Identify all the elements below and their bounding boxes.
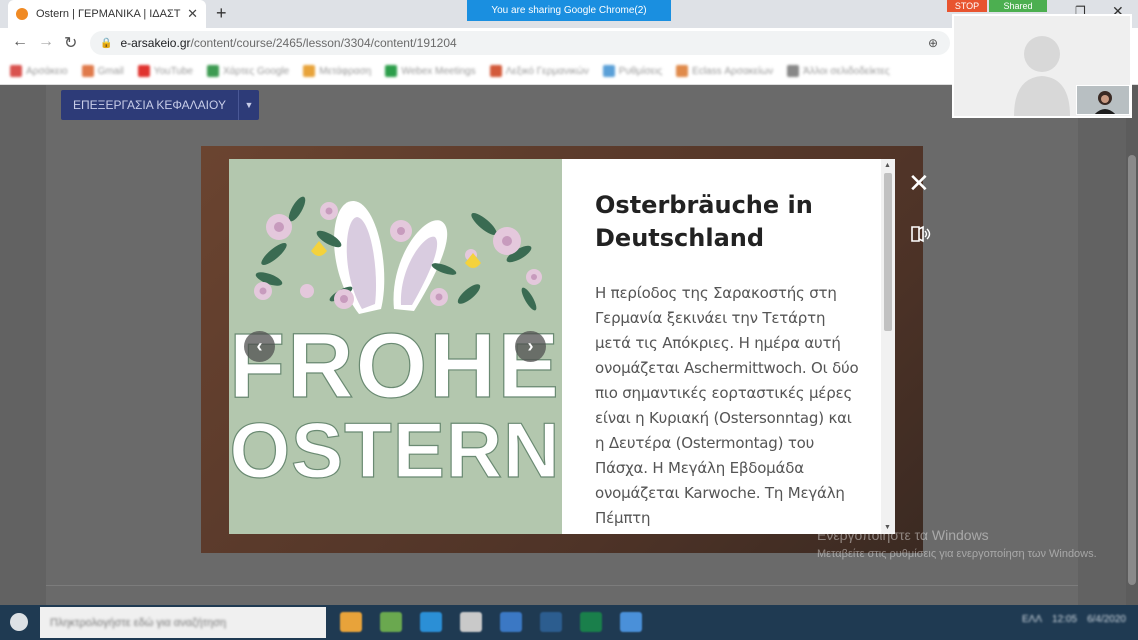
reload-icon[interactable]: ↻ <box>64 33 77 53</box>
tray-date[interactable]: 6/4/2020 <box>1087 614 1126 625</box>
frohe-ostern-artwork: FROHE OSTERN <box>229 196 561 495</box>
file-explorer-icon[interactable] <box>340 612 362 632</box>
screen-share-banner: You are sharing Google Chrome(2) <box>467 0 671 21</box>
edge-icon[interactable] <box>420 612 442 632</box>
bookmark-label: YouTube <box>153 65 193 77</box>
browser-tab[interactable]: Ostern | ΓΕΡΜΑΝΙΚΑ | ΙΔΑΣΤ2 | Τ ✕ <box>8 0 206 28</box>
tray-time[interactable]: 12:05 <box>1052 614 1077 625</box>
bookmark-favicon-icon <box>81 65 94 77</box>
bookmark-favicon-icon <box>137 65 150 77</box>
lightbox-title: Osterbräuche in Deutschland <box>595 191 813 252</box>
webcam-preview[interactable] <box>952 14 1132 118</box>
bookmark-item[interactable]: Ρυθμίσεις <box>602 65 663 77</box>
bookmark-favicon-icon <box>489 65 502 77</box>
taskbar-search-input[interactable]: Πληκτρολογήστε εδώ για αναζήτηση <box>40 607 326 638</box>
previous-slide-button[interactable]: ‹ <box>244 331 275 362</box>
page-scrollbar[interactable] <box>1126 85 1138 605</box>
forward-arrow-icon[interactable]: → <box>38 33 54 51</box>
bookmark-label: Eclass Αρσακείων <box>692 65 774 77</box>
tab-close-icon[interactable]: ✕ <box>187 6 198 22</box>
taskbar-apps <box>340 612 642 632</box>
bookmark-favicon-icon <box>385 65 398 77</box>
watermark-subtitle: Μεταβείτε στις ρυθμίσεις για ενεργοποίησ… <box>817 548 1097 560</box>
webex-icon[interactable] <box>620 612 642 632</box>
lock-icon: 🔒 <box>100 37 113 49</box>
bookmark-label: Ρυθμίσεις <box>618 65 663 77</box>
new-tab-button[interactable]: + <box>216 3 227 24</box>
bookmark-label: Λεξικό Γερμανικών <box>505 65 589 77</box>
chrome-icon[interactable] <box>380 612 402 632</box>
bookmark-item[interactable]: Λεξικό Γερμανικών <box>489 65 589 77</box>
chevron-down-icon[interactable]: ▼ <box>237 90 259 120</box>
bookmark-item[interactable]: YouTube <box>137 65 193 77</box>
lightbox-close-icon[interactable]: ✕ <box>908 170 930 196</box>
taskbar-search-placeholder: Πληκτρολογήστε εδώ για αναζήτηση <box>50 616 227 629</box>
excel-icon[interactable] <box>580 612 602 632</box>
stop-sharing-button[interactable]: STOP <box>947 0 987 12</box>
image-text-frohe: FROHE <box>229 315 561 417</box>
system-tray: ΕΛΛ 12:05 6/4/2020 <box>1022 614 1126 625</box>
zoom-icon[interactable]: ⊕ <box>928 36 938 50</box>
bookmark-label: Gmail <box>97 65 124 77</box>
bookmark-item[interactable]: Μετάφραση <box>303 65 371 77</box>
shared-status-button[interactable]: Shared <box>989 0 1047 12</box>
url-host: e-arsakeio.gr <box>120 36 191 50</box>
back-arrow-icon[interactable]: ← <box>12 33 28 51</box>
bookmark-item[interactable]: Άλλοι σελιδοδείκτες <box>787 65 890 77</box>
windows-activation-watermark: Ενεργοποίηστε τα Windows Μεταβείτε στις … <box>817 527 1107 562</box>
lightbox-scrollbar[interactable]: ▲ ▼ <box>881 159 895 534</box>
self-view-thumbnail <box>1076 85 1130 115</box>
mail-icon[interactable] <box>500 612 522 632</box>
watermark-title: Ενεργοποίηστε τα Windows <box>817 527 989 543</box>
easter-illustration: FROHE OSTERN ‹ › <box>229 159 562 534</box>
tab-title: Ostern | ΓΕΡΜΑΝΙΚΑ | ΙΔΑΣΤ2 | Τ <box>36 8 181 20</box>
bookmark-favicon-icon <box>787 65 800 77</box>
page-scrollbar-thumb[interactable] <box>1128 155 1136 585</box>
url-field[interactable]: 🔒 e-arsakeio.gr/content/course/2465/less… <box>90 31 950 55</box>
bookmark-item[interactable]: Αρσάκειο <box>10 65 68 77</box>
word-icon[interactable] <box>540 612 562 632</box>
lightbox-body: Η περίοδος της Σαρακοστής στη Γερμανία ξ… <box>595 284 859 527</box>
bookmark-item[interactable]: Eclass Αρσακείων <box>676 65 773 77</box>
url-path: /content/course/2465/lesson/3304/content… <box>190 36 457 50</box>
bookmark-label: Αρσάκειο <box>26 65 68 77</box>
scroll-up-icon[interactable]: ▲ <box>884 162 891 169</box>
bookmark-item[interactable]: Gmail <box>81 65 124 77</box>
start-button-icon[interactable] <box>10 613 28 631</box>
windows-taskbar: Πληκτρολογήστε εδώ για αναζήτηση ΕΛΛ 12:… <box>0 605 1138 640</box>
bookmark-item[interactable]: Χάρτες Google <box>206 65 290 77</box>
edit-chapter-button[interactable]: ΕΠΕΞΕΡΓΑΣΙΑ ΚΕΦΑΛΑΙΟΥ ▼ <box>61 90 259 120</box>
divider <box>46 585 1078 586</box>
bookmark-label: Webex Meetings <box>401 65 476 77</box>
bookmark-favicon-icon <box>10 65 22 77</box>
next-slide-button[interactable]: › <box>515 331 546 362</box>
audio-read-aloud-icon[interactable] <box>910 225 932 243</box>
bookmark-favicon-icon <box>676 65 689 77</box>
bookmark-item[interactable]: Webex Meetings <box>385 65 476 77</box>
tray-language[interactable]: ΕΛΛ <box>1022 614 1042 625</box>
bookmark-label: Μετάφραση <box>319 65 372 77</box>
bookmark-favicon-icon <box>206 65 219 77</box>
bookmark-favicon-icon <box>602 65 615 77</box>
site-favicon-icon <box>16 8 28 20</box>
edit-chapter-label: ΕΠΕΞΕΡΓΑΣΙΑ ΚΕΦΑΛΑΙΟΥ <box>73 98 226 112</box>
participant-avatar-icon <box>1014 36 1070 116</box>
image-text-ostern: OSTERN <box>229 406 560 494</box>
self-view-person-icon <box>1077 86 1129 114</box>
bookmark-label: Χάρτες Google <box>222 65 290 77</box>
store-icon[interactable] <box>460 612 482 632</box>
bookmark-label: Άλλοι σελιδοδείκτες <box>803 65 890 77</box>
bookmark-favicon-icon <box>303 65 316 77</box>
lightbox-text-panel: Osterbräuche in Deutschland Η περίοδος τ… <box>562 159 895 534</box>
lightbox-scrollbar-thumb[interactable] <box>884 173 892 331</box>
lightbox-modal: FROHE OSTERN ‹ › Osterbräuche in Deutsch… <box>229 159 895 534</box>
